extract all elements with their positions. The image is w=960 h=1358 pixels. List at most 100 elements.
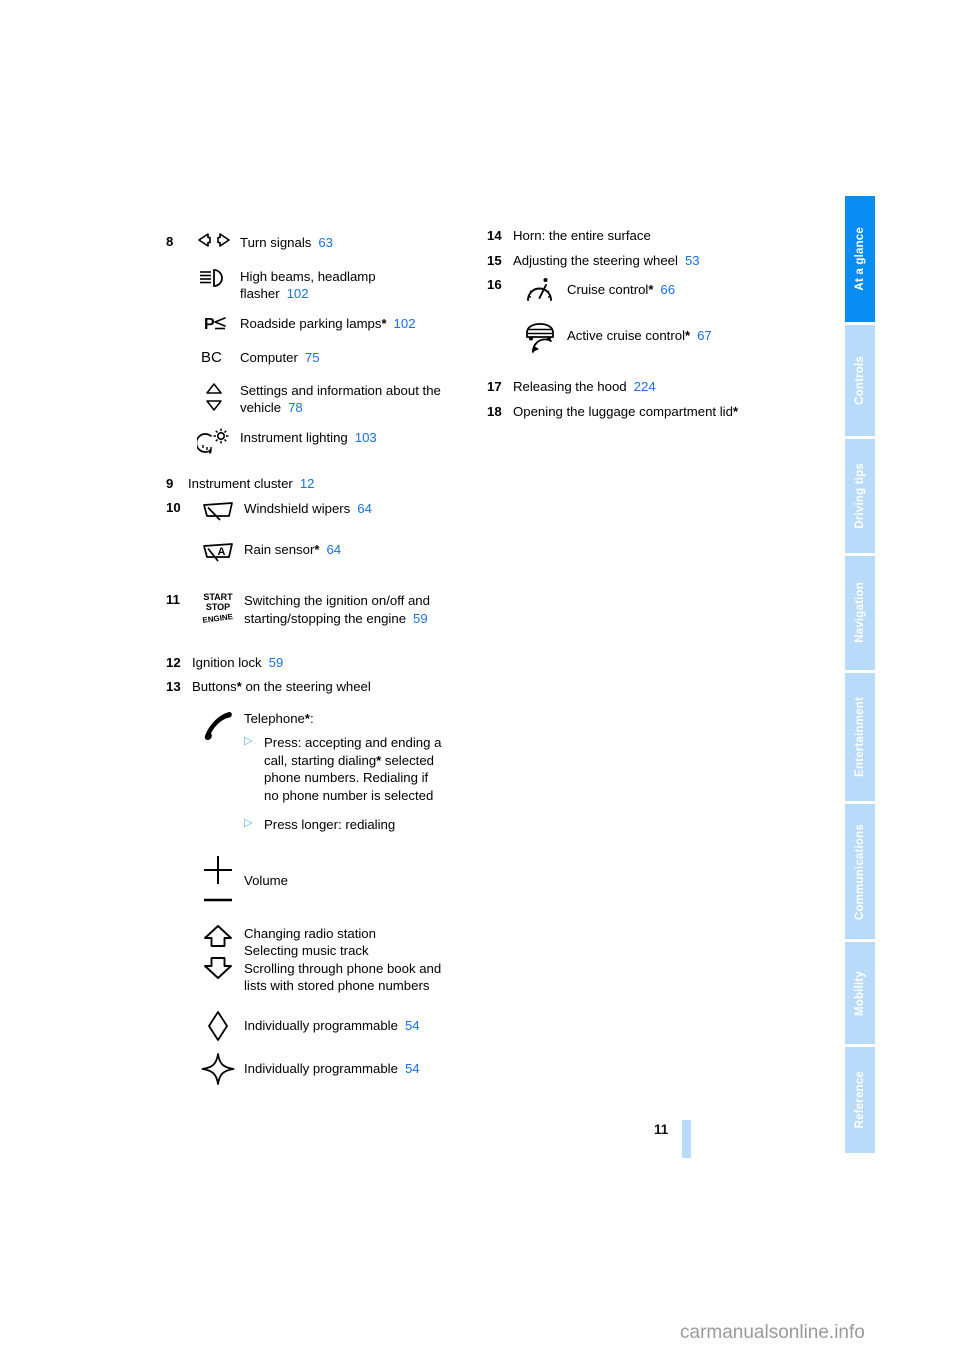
tab-entertainment[interactable]: Entertainment [845,672,875,802]
svg-text:P: P [204,316,215,332]
manual-page: At a glance Controls Driving tips Naviga… [0,0,960,1358]
legend-row: Active cruise control* 67 [513,318,807,355]
row-label: Cruise control [567,282,649,298]
row-label: Instrument cluster [188,475,293,491]
legend-item-15: 15 Adjusting the steering wheel 53 [487,251,807,270]
row-label: Adjusting the steering wheel [513,252,678,268]
row-label-line2: vehicle [240,400,282,416]
page-link[interactable]: 103 [355,430,377,445]
tab-at-a-glance[interactable]: At a glance [845,196,875,322]
page-link[interactable]: 63 [318,235,333,250]
legend-row: Windshield wipers 64 [192,498,486,523]
tab-controls[interactable]: Controls [845,324,875,436]
page-link[interactable]: 54 [405,1018,420,1033]
parking-lamps-icon: P [188,313,240,332]
legend-item-9: 9 Instrument cluster 12 [166,474,486,493]
page-link[interactable]: 53 [685,253,700,268]
telephone-icon [192,708,244,743]
legend-item-16: 16 Cruise control* 66 Active cruise cont… [487,275,807,355]
page-link[interactable]: 64 [326,542,341,557]
start-stop-engine-icon: START STOP ENGINE [192,590,244,625]
tab-driving-tips[interactable]: Driving tips [845,438,875,553]
page-link[interactable]: 67 [697,328,712,343]
row-label: Horn: the entire surface [513,228,651,243]
svg-text:A: A [218,546,226,558]
legend-row: Changing radio station Selecting music t… [192,923,486,995]
legend-row-text: Individually programmable 54 [244,1052,486,1078]
up-down-arrows-icon [188,380,240,413]
page-link[interactable]: 54 [405,1061,420,1076]
tab-label: At a glance [854,227,866,291]
bc-computer-icon: BC [188,347,240,365]
row-label: Ignition lock [192,655,262,671]
telephone-label: Telephone*: [244,710,314,726]
row-label-line1: Settings and information about the [240,382,441,398]
legend-row: Settings and information about the vehic… [188,380,486,417]
legend-row-text: High beams, headlamp flasher 102 [240,266,486,303]
legend-row-text: Computer 75 [240,347,486,367]
page-link[interactable]: 75 [305,350,320,365]
row-label: Rain sensor [244,542,315,558]
row-label: Individually programmable [244,1018,398,1034]
legend-number: 18 [487,403,502,419]
legend-row: Individually programmable 54 [192,1052,486,1085]
legend-row-text: Instrument lighting 103 [240,427,486,447]
list-item: ▷ Press longer: redialing [244,816,486,834]
watermark: carmanualsonline.info [680,1322,865,1343]
triangle-bullet-icon: ▷ [244,817,253,830]
legend-row: P Roadside parking lamps* 102 [188,313,486,333]
tab-navigation[interactable]: Navigation [845,555,875,670]
legend-item-text: Releasing the hood 224 [513,377,807,396]
legend-item-11: 11 START STOP ENGINE Switching the ignit… [166,590,486,627]
page-link[interactable]: 66 [660,282,675,297]
row-label-line1: High beams, headlamp [240,268,376,284]
list-item: ▷ Press: accepting and ending a call, sta… [244,734,486,804]
bullet-text: Press longer: redialing [264,817,396,833]
svg-text:BC: BC [201,349,222,365]
tab-label: Entertainment [854,696,866,777]
page-link[interactable]: 59 [269,655,284,670]
legend-row-text: Individually programmable 54 [244,1009,486,1035]
legend-row-text: Changing radio station Selecting music t… [244,923,486,995]
section-tab-rail: At a glance Controls Driving tips Naviga… [845,196,875,1156]
page-link[interactable]: 78 [288,400,303,415]
tab-reference[interactable]: Reference [845,1046,875,1153]
legend-row-text: Turn signals 63 [240,232,486,252]
legend-row: Turn signals 63 [188,232,486,252]
optional-marker: * [381,315,387,331]
legend-row-text: Switching the ignition on/off and starti… [244,590,486,627]
optional-marker: * [314,542,320,558]
optional-marker: * [304,710,310,726]
legend-row-text: Settings and information about the vehic… [240,380,486,417]
legend-item-8: 8 Turn signals 63 High beams, headlamp f… [166,232,486,454]
page-link[interactable]: 59 [413,611,428,626]
page-link[interactable]: 102 [287,286,309,301]
legend-number: 15 [487,252,502,268]
page-link[interactable]: 64 [357,501,372,516]
page-link[interactable]: 12 [300,476,315,491]
svg-text:START: START [203,592,233,602]
legend-item-text: Horn: the entire surface [513,226,807,245]
row-label: Opening the luggage compartment lid [513,403,733,419]
page-link[interactable]: 224 [634,379,656,394]
tab-label: Reference [854,1071,866,1129]
legend-row: A Rain sensor* 64 [192,539,486,564]
legend-row-text: Roadside parking lamps* 102 [240,313,486,333]
windshield-wipers-icon [192,498,244,523]
tab-mobility[interactable]: Mobility [845,942,875,1044]
legend-item-text: Instrument cluster 12 [188,474,486,493]
svg-text:STOP: STOP [206,602,230,612]
legend-item-text: Ignition lock 59 [192,653,486,672]
legend-row-text: Volume [244,852,486,890]
tab-communications[interactable]: Communications [845,804,875,940]
row-label: Buttons [192,679,237,695]
legend-item-17: 17 Releasing the hood 224 [487,377,807,396]
legend-number: 10 [166,500,181,516]
page-link[interactable]: 102 [394,316,416,331]
row-label-line2: starting/stopping the engine [244,610,407,626]
legend-row: START STOP ENGINE Switching the ignition… [192,590,486,627]
row-label: Roadside parking lamps [240,315,382,331]
legend-column-left: 8 Turn signals 63 High beams, headlamp f… [166,232,486,1085]
optional-marker: * [648,282,654,298]
legend-item-13: 13 Buttons* on the steering wheel Teleph… [166,677,486,1085]
